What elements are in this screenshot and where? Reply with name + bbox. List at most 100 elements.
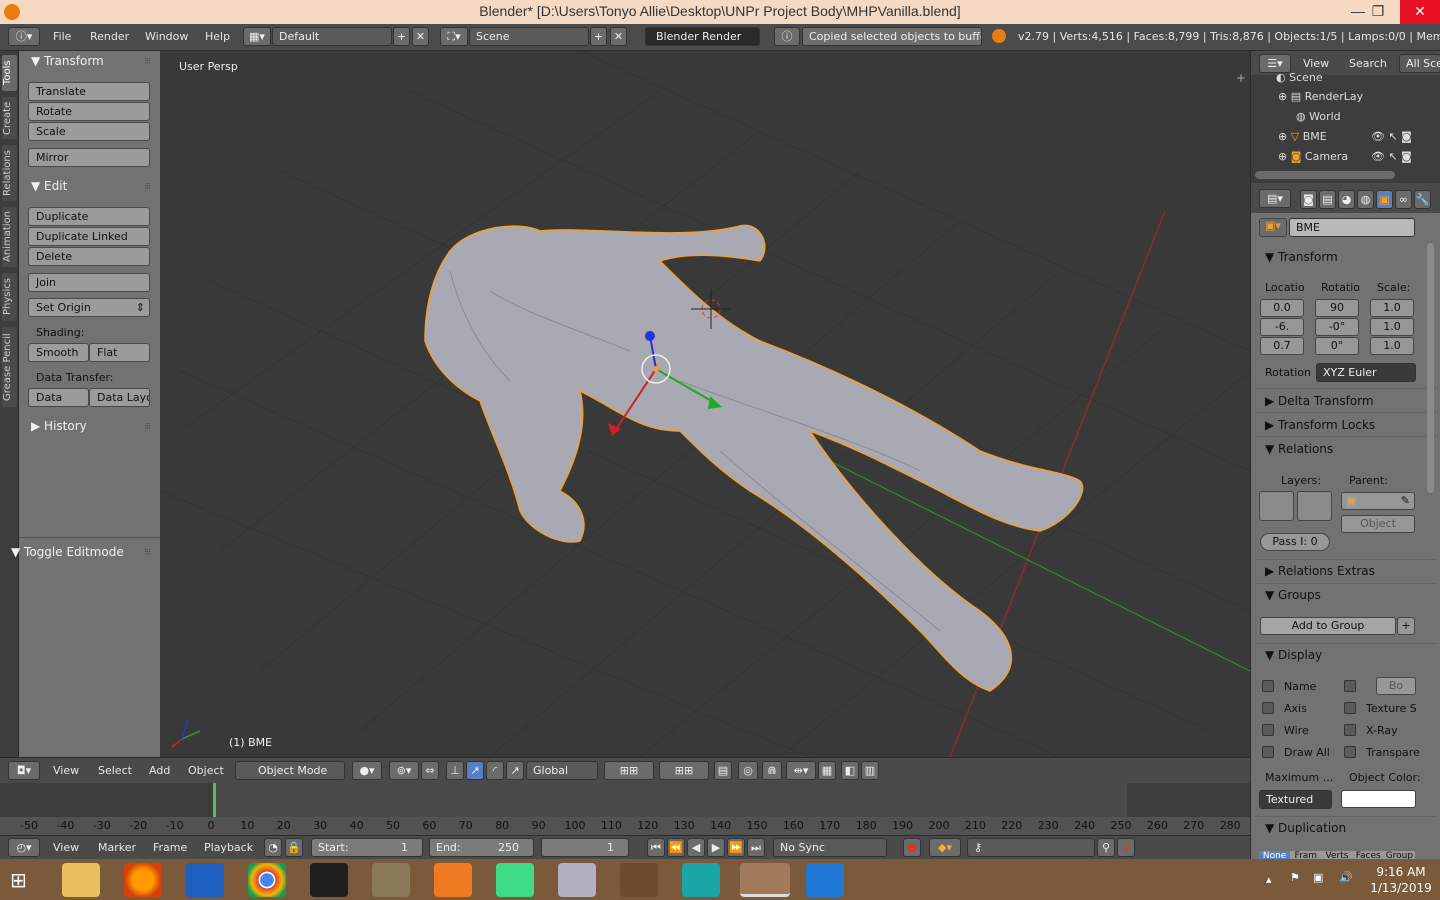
dup-tab-verts[interactable]: Verts bbox=[1321, 851, 1353, 859]
end-frame-field[interactable]: End: 250 bbox=[429, 838, 534, 857]
render-anim-icon[interactable]: ▥ bbox=[861, 761, 879, 780]
orientation-icon[interactable]: ↗ bbox=[506, 761, 524, 780]
anvil-app-icon[interactable] bbox=[620, 863, 658, 897]
maximize-button[interactable]: ❐ bbox=[1361, 0, 1395, 24]
tray-network-icon[interactable]: ▣ bbox=[1313, 871, 1323, 884]
scene-field[interactable]: Scene bbox=[469, 27, 589, 46]
record-icon[interactable]: ● bbox=[903, 838, 921, 857]
bounds-select[interactable]: Bo bbox=[1376, 677, 1416, 695]
axis-checkbox[interactable] bbox=[1262, 702, 1274, 714]
outliner-item-bme[interactable]: ⊕ ▽ BME bbox=[1278, 130, 1327, 143]
xray-checkbox[interactable] bbox=[1344, 724, 1356, 736]
keying-set-field[interactable]: ⚷ bbox=[967, 838, 1095, 857]
mode-select[interactable]: Object Mode bbox=[235, 761, 345, 780]
jump-start-icon[interactable]: ⏮ bbox=[647, 838, 665, 857]
tray-clock[interactable]: 9:16 AM 1/13/2019 bbox=[1366, 864, 1436, 896]
timeline-area[interactable]: -50 -40 -30 -20 -10 0 10 20 30 40 50 60 70 80 90 100 110… bbox=[0, 783, 1250, 835]
add-region-icon[interactable]: + bbox=[1236, 71, 1246, 85]
editor-type-icon[interactable]: ⓘ▾ bbox=[8, 27, 40, 46]
display-header[interactable]: ▼ Display bbox=[1265, 648, 1322, 662]
duplication-tabs[interactable]: None Fram Verts Faces Group bbox=[1259, 851, 1415, 859]
file-explorer-icon[interactable] bbox=[62, 863, 100, 897]
3d-viewport[interactable]: User Persp (1) BME + bbox=[160, 51, 1250, 757]
lock-layers-icon[interactable]: ▤ bbox=[714, 761, 732, 780]
tab-scene-icon[interactable]: ◕ bbox=[1338, 190, 1355, 209]
properties-scrollbar[interactable] bbox=[1427, 243, 1434, 493]
remove-layout-icon[interactable]: ✕ bbox=[412, 27, 429, 46]
layers-grid-b[interactable] bbox=[1297, 491, 1332, 521]
object-name-field[interactable]: BME bbox=[1289, 218, 1415, 237]
scale-x-field[interactable]: 1.0 bbox=[1370, 299, 1414, 317]
start-button[interactable]: ⊞ bbox=[10, 869, 36, 891]
delta-transform-header[interactable]: ▶ Delta Transform bbox=[1265, 394, 1374, 408]
delete-keyframe-icon[interactable]: ⚲ bbox=[1117, 838, 1135, 857]
smooth-button[interactable]: Smooth bbox=[28, 343, 89, 362]
tray-flag-icon[interactable]: ⚑ bbox=[1290, 871, 1300, 884]
tab-tools[interactable]: Tools bbox=[2, 55, 17, 91]
rotation-mode-select[interactable]: XYZ Euler bbox=[1316, 363, 1416, 382]
play-icon[interactable]: ▶ bbox=[707, 838, 725, 857]
sync-select[interactable]: No Sync bbox=[773, 838, 887, 857]
menu-search[interactable]: Search bbox=[1349, 57, 1387, 70]
outliner-item-world[interactable]: ◍ World bbox=[1296, 110, 1341, 123]
menu-window[interactable]: Window bbox=[145, 30, 188, 43]
visibility-eye-icon[interactable]: 👁 ↖ ◙ bbox=[1371, 130, 1412, 143]
remove-scene-icon[interactable]: ✕ bbox=[610, 27, 627, 46]
rotation-x-field[interactable]: 90 bbox=[1315, 299, 1359, 317]
panel-grip-icon[interactable]: ⁝⁝⁝ bbox=[144, 182, 151, 192]
android-studio-icon[interactable] bbox=[496, 863, 534, 897]
outliner-scrollbar[interactable] bbox=[1255, 171, 1395, 179]
outliner-item-renderlayers[interactable]: ⊕ ▤ RenderLay bbox=[1278, 90, 1363, 103]
rotate-button[interactable]: Rotate bbox=[28, 102, 150, 121]
parent-field[interactable]: ▣ ✎ bbox=[1341, 492, 1415, 510]
object-color-swatch[interactable] bbox=[1341, 790, 1416, 808]
insert-keyframe-icon[interactable]: ⚲ bbox=[1097, 838, 1115, 857]
tab-world-icon[interactable]: ◍ bbox=[1357, 190, 1374, 209]
scale-y-field[interactable]: 1.0 bbox=[1370, 318, 1414, 336]
layout-field[interactable]: Default bbox=[272, 27, 392, 46]
outliner-item-scene[interactable]: ◐ Scene bbox=[1276, 71, 1323, 84]
join-button[interactable]: Join bbox=[28, 273, 150, 292]
visibility-eye-icon[interactable]: 👁 ↖ ◙ bbox=[1371, 150, 1412, 163]
scene-icon[interactable]: ⛶▾ bbox=[440, 27, 468, 46]
play-reverse-icon[interactable]: ◀ bbox=[687, 838, 705, 857]
draw-type-select[interactable]: Textured bbox=[1259, 790, 1332, 809]
wire-checkbox[interactable] bbox=[1262, 724, 1274, 736]
transparent-checkbox[interactable] bbox=[1344, 746, 1356, 758]
keying-set-icon[interactable]: ◆▾ bbox=[929, 838, 961, 857]
panel-grip-icon[interactable]: ⁝⁝⁝ bbox=[144, 548, 151, 558]
tab-animation[interactable]: Animation bbox=[2, 207, 17, 267]
layout-icon[interactable]: ▦▾ bbox=[243, 27, 271, 46]
layers-grid-a[interactable] bbox=[1259, 491, 1294, 521]
snap-element-icon[interactable]: ⇹▾ bbox=[786, 761, 816, 780]
rotation-z-field[interactable]: 0° bbox=[1315, 337, 1359, 355]
location-z-field[interactable]: 0.7 bbox=[1260, 337, 1304, 355]
current-frame-field[interactable]: 1 bbox=[541, 838, 629, 857]
dup-tab-group[interactable]: Group bbox=[1383, 851, 1415, 859]
texture-space-checkbox[interactable] bbox=[1344, 702, 1356, 714]
menu-marker[interactable]: Marker bbox=[98, 841, 136, 854]
tab-grease-pencil[interactable]: Grease Pencil bbox=[2, 327, 17, 407]
scale-manip-icon[interactable]: ◜ bbox=[486, 761, 504, 780]
translate-button[interactable]: Translate bbox=[28, 82, 150, 101]
transform-panel-header[interactable]: ▼ Transform bbox=[31, 54, 104, 68]
blender-taskbar-icon[interactable] bbox=[740, 863, 790, 897]
name-checkbox[interactable] bbox=[1262, 680, 1274, 692]
tab-modifiers-icon[interactable]: 🔧 bbox=[1414, 190, 1431, 209]
dup-tab-frames[interactable]: Fram bbox=[1290, 851, 1322, 859]
menu-render[interactable]: Render bbox=[90, 30, 129, 43]
jump-keyframe-back-icon[interactable]: ⏪ bbox=[667, 838, 685, 857]
orientation-select[interactable]: Global bbox=[526, 761, 598, 780]
add-scene-icon[interactable]: + bbox=[590, 27, 607, 46]
history-panel-header[interactable]: ▶ History bbox=[31, 419, 87, 433]
toggle-editmode-header[interactable]: ▼ Toggle Editmode bbox=[11, 545, 124, 559]
menu-add[interactable]: Add bbox=[149, 764, 170, 777]
proportional-edit-icon[interactable]: ◎ bbox=[738, 761, 758, 780]
translate-manip-icon[interactable]: ⊥ bbox=[446, 761, 464, 780]
close-button[interactable]: ✕ bbox=[1400, 0, 1440, 24]
menu-select[interactable]: Select bbox=[98, 764, 132, 777]
preview-range-icon[interactable]: ◔ bbox=[264, 838, 282, 857]
viewport-shading-icon[interactable]: ●▾ bbox=[352, 761, 382, 780]
snap-icon[interactable]: ⋒ bbox=[762, 761, 782, 780]
duplicate-linked-button[interactable]: Duplicate Linked bbox=[28, 227, 150, 246]
